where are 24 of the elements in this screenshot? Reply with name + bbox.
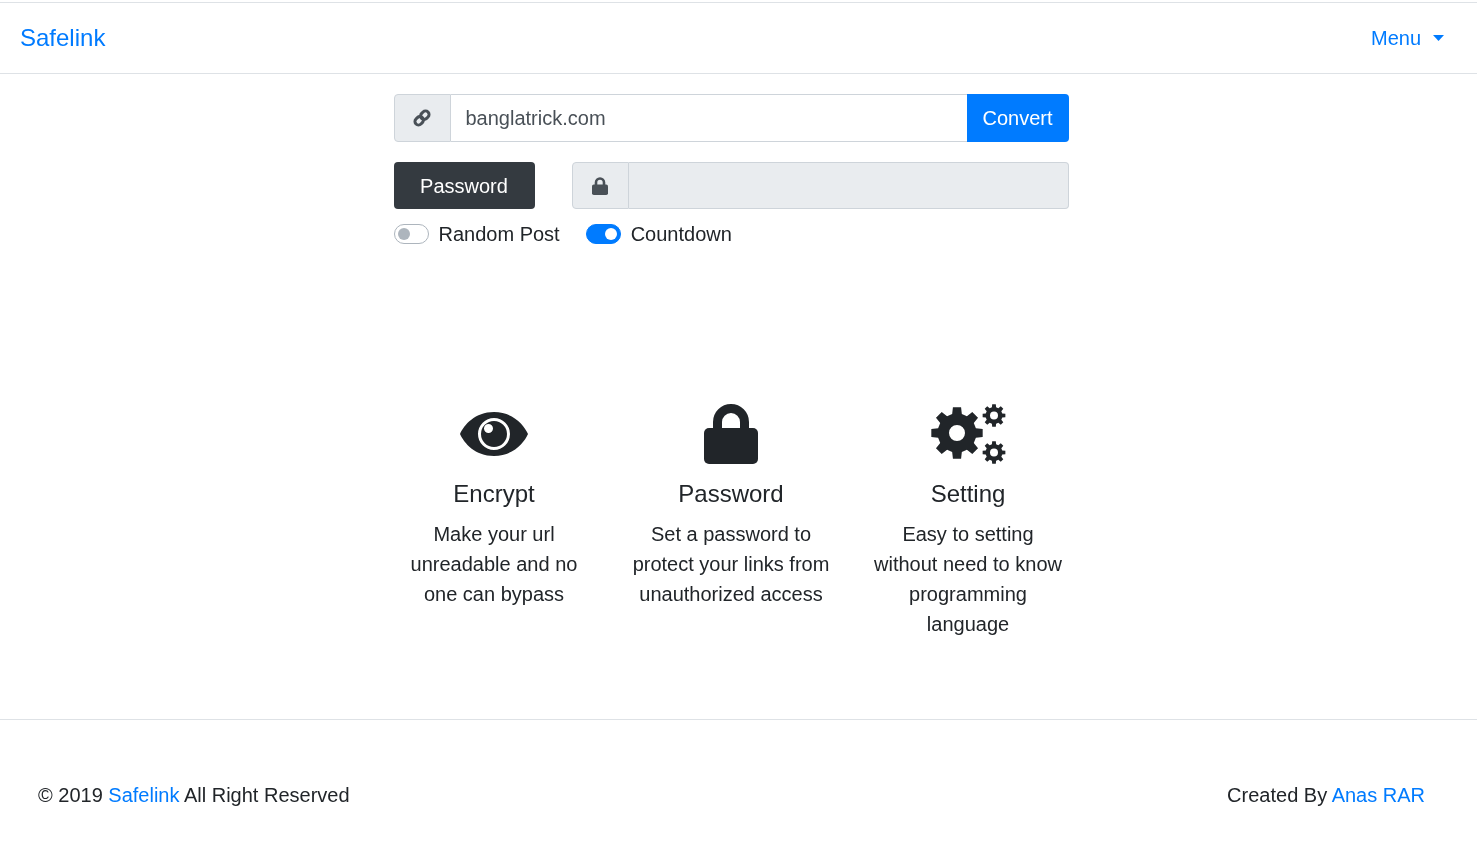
feature-description: Set a password to protect your links from unauthorized access — [631, 522, 831, 607]
gears-icon — [930, 404, 1006, 464]
caret-icon — [1433, 35, 1444, 41]
lock-icon — [592, 176, 608, 195]
toggle-label[interactable]: Random Post — [438, 222, 560, 246]
brand-link[interactable]: Safelink — [108, 784, 180, 806]
feature-description: Easy to setting without need to know programming language — [873, 522, 1063, 637]
toggle-label[interactable]: Countdown — [630, 222, 732, 246]
toggle-switch[interactable] — [585, 224, 621, 244]
feature-description: Make your url unreadable and no one can bypass — [409, 522, 579, 607]
feature-title: Password — [678, 479, 784, 509]
copyright-text: © 2019 Safelink All Right Reserved — [38, 783, 350, 807]
feature-title: Setting — [930, 479, 1006, 509]
feature-title: Encrypt — [453, 479, 535, 509]
credit-text: Created By Anas RAR — [1227, 783, 1425, 807]
eye-icon — [460, 412, 528, 456]
toggle-switch[interactable] — [393, 224, 429, 244]
convert-button[interactable]: Convert — [966, 94, 1069, 142]
lock-icon — [704, 404, 758, 464]
author-link[interactable]: Anas RAR — [1331, 784, 1425, 806]
link-icon — [412, 108, 432, 128]
brand-link[interactable]: Safelink — [20, 23, 106, 53]
url-field[interactable]: banglatrick.com — [450, 94, 967, 142]
menu-button[interactable]: Menu — [1370, 23, 1444, 53]
